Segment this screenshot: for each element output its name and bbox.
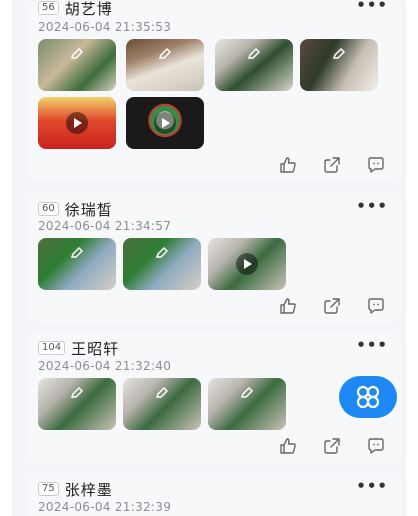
student-name[interactable]: 徐瑞皙: [65, 199, 113, 220]
student-number-badge: 104: [38, 341, 66, 355]
video-thumbnail[interactable]: [38, 97, 116, 149]
photo-thumbnail[interactable]: [38, 238, 116, 290]
comment-icon[interactable]: [366, 436, 386, 456]
student-name[interactable]: 张梓墨: [65, 479, 113, 500]
post-card: 75 张梓墨 ••• 2024-06-04 21:32:39: [26, 472, 402, 516]
photo-thumbnail[interactable]: [38, 39, 116, 91]
more-options-button[interactable]: •••: [356, 477, 388, 495]
photo-thumbnail[interactable]: [208, 378, 286, 430]
share-icon[interactable]: [322, 155, 342, 175]
edit-pencil-icon: [158, 47, 172, 59]
photo-thumbnail[interactable]: [123, 378, 201, 430]
more-options-button[interactable]: •••: [356, 0, 388, 14]
play-icon: [236, 253, 258, 275]
student-name[interactable]: 王昭轩: [71, 338, 119, 359]
edit-pencil-icon: [70, 47, 84, 59]
post-timestamp: 2024-06-04 21:34:57: [38, 219, 172, 233]
floating-menu-button[interactable]: [339, 376, 397, 418]
post-actions: [278, 436, 386, 456]
post-actions: [278, 155, 386, 175]
more-options-button[interactable]: •••: [356, 197, 388, 215]
feed-page: 56 胡艺博 ••• 2024-06-04 21:35:53 60 徐瑞皙 ••…: [12, 0, 406, 516]
edit-pencil-icon: [70, 246, 84, 258]
apps-menu-icon: [356, 385, 380, 409]
share-icon[interactable]: [322, 296, 342, 316]
edit-pencil-icon: [155, 386, 169, 398]
play-icon: [154, 112, 176, 134]
photo-thumbnail[interactable]: [126, 39, 204, 91]
student-name[interactable]: 胡艺博: [65, 0, 113, 19]
post-timestamp: 2024-06-04 21:32:39: [38, 500, 172, 514]
student-number-badge: 75: [38, 482, 59, 496]
thumbs-up-icon[interactable]: [278, 296, 298, 316]
play-icon: [66, 112, 88, 134]
post-card: 56 胡艺博 ••• 2024-06-04 21:35:53: [26, 0, 402, 180]
edit-pencil-icon: [70, 386, 84, 398]
edit-pencil-icon: [332, 47, 346, 59]
student-number-badge: 56: [38, 1, 59, 15]
post-header: 56 胡艺博: [38, 0, 113, 20]
post-header: 104 王昭轩: [38, 336, 119, 360]
thumbs-up-icon[interactable]: [278, 155, 298, 175]
edit-pencil-icon: [247, 47, 261, 59]
video-thumbnail[interactable]: [126, 97, 204, 149]
comment-icon[interactable]: [366, 296, 386, 316]
post-header: 75 张梓墨: [38, 477, 113, 501]
thumbs-up-icon[interactable]: [278, 436, 298, 456]
edit-pencil-icon: [155, 246, 169, 258]
comment-icon[interactable]: [366, 155, 386, 175]
post-actions: [278, 296, 386, 316]
photo-thumbnail[interactable]: [300, 39, 378, 91]
post-timestamp: 2024-06-04 21:32:40: [38, 359, 172, 373]
photo-thumbnail[interactable]: [38, 378, 116, 430]
student-number-badge: 60: [38, 202, 59, 216]
video-thumbnail[interactable]: [208, 238, 286, 290]
edit-pencil-icon: [240, 386, 254, 398]
photo-thumbnail[interactable]: [123, 238, 201, 290]
post-card: 60 徐瑞皙 ••• 2024-06-04 21:34:57: [26, 192, 402, 322]
share-icon[interactable]: [322, 436, 342, 456]
photo-thumbnail[interactable]: [215, 39, 293, 91]
post-timestamp: 2024-06-04 21:35:53: [38, 20, 172, 34]
more-options-button[interactable]: •••: [356, 336, 388, 354]
post-header: 60 徐瑞皙: [38, 197, 113, 221]
